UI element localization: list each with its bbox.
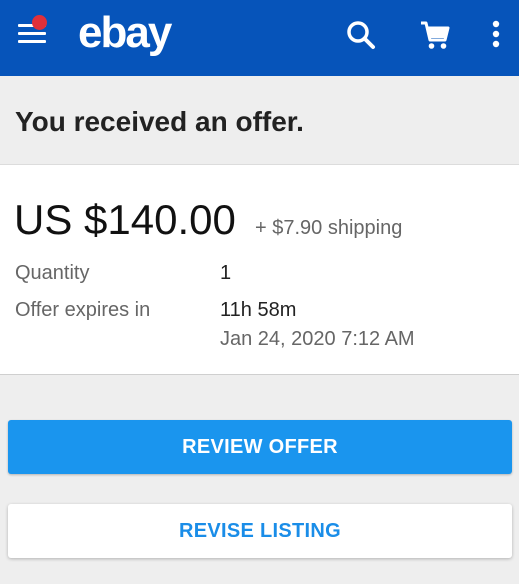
- offer-expires-value: 11h 58m: [220, 299, 297, 321]
- quantity-value: 1: [220, 262, 232, 284]
- offer-expires-label: Offer expires in: [15, 299, 151, 321]
- review-offer-button[interactable]: REVIEW OFFER: [8, 420, 512, 474]
- search-icon[interactable]: [344, 18, 378, 52]
- quantity-label: Quantity: [15, 262, 90, 284]
- hamburger-menu-icon[interactable]: [18, 15, 47, 44]
- offer-price: US $140.00: [14, 196, 236, 243]
- ebay-logo[interactable]: ebay: [78, 8, 172, 58]
- offer-expires-datetime: Jan 24, 2020 7:12 AM: [220, 328, 415, 350]
- cart-icon[interactable]: [418, 18, 452, 52]
- shipping-cost: + $7.90 shipping: [255, 217, 403, 239]
- more-vertical-icon[interactable]: [484, 18, 508, 52]
- top-app-bar: ebay: [0, 0, 519, 76]
- notification-badge: [32, 15, 47, 30]
- revise-listing-button[interactable]: REVISE LISTING: [8, 504, 512, 558]
- page-title: You received an offer.: [15, 106, 304, 137]
